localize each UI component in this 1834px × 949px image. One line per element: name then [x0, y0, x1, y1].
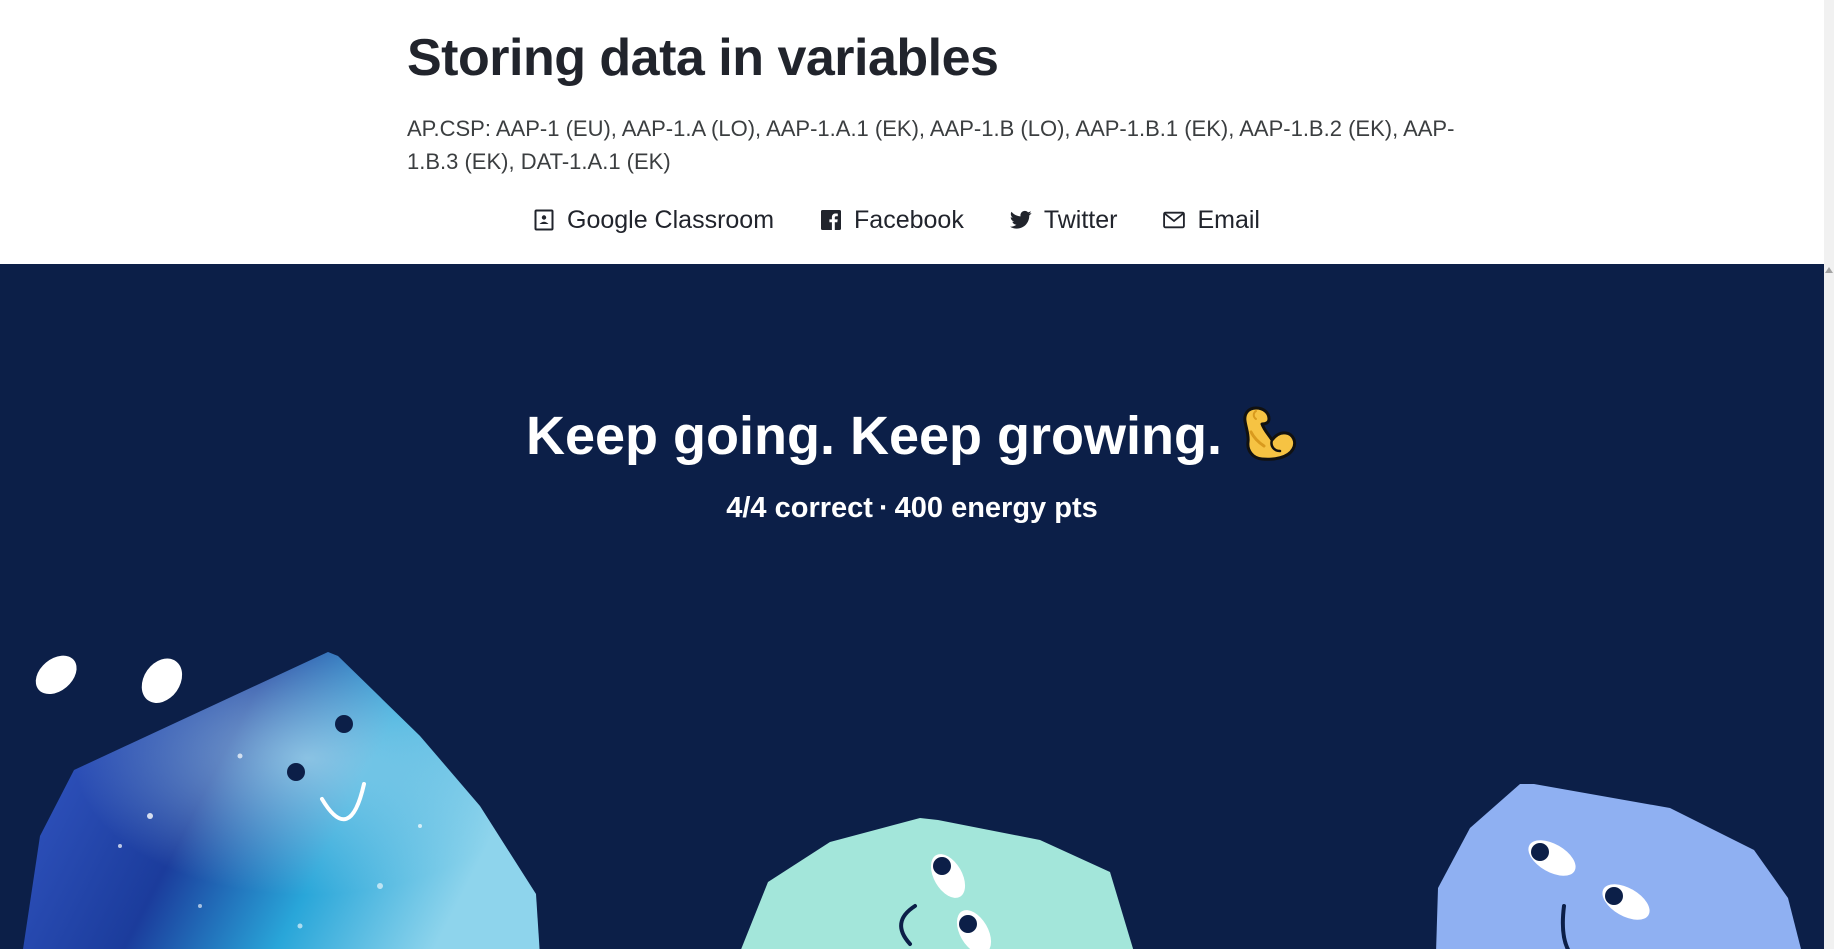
header: Storing data in variables AP.CSP: AAP-1 …	[0, 0, 1824, 264]
results-summary: 4/4 correct · 400 energy pts	[0, 492, 1824, 525]
vertical-scrollbar[interactable]	[1824, 0, 1834, 949]
energy-points: 400 energy pts	[894, 492, 1098, 524]
periwinkle-blob-character	[1436, 784, 1801, 949]
correct-count: 4/4 correct	[726, 492, 873, 524]
facebook-icon	[820, 209, 842, 231]
share-facebook-label: Facebook	[854, 205, 964, 234]
flexed-biceps-emoji-icon	[1236, 402, 1298, 477]
email-icon	[1163, 209, 1186, 231]
share-email-button[interactable]: Email	[1163, 206, 1260, 235]
share-twitter-button[interactable]: Twitter	[1009, 205, 1118, 235]
standards-text: AP.CSP: AAP-1 (EU), AAP-1.A (LO), AAP-1.…	[407, 116, 1455, 174]
results-banner: Keep going. Keep growing. 4/4 correct · 40…	[0, 264, 1824, 949]
share-google-classroom-button[interactable]: Google Classroom	[533, 206, 774, 235]
share-bar: Google Classroom Facebook Twitter Email	[533, 204, 1306, 236]
twitter-icon	[1009, 209, 1032, 231]
google-classroom-icon	[533, 209, 555, 231]
page-title: Storing data in variables	[407, 29, 999, 87]
mint-blob-character	[741, 818, 1134, 949]
share-email-label: Email	[1197, 205, 1260, 234]
page-main: Storing data in variables AP.CSP: AAP-1 …	[0, 0, 1824, 949]
stats-separator: ·	[878, 492, 889, 524]
share-facebook-button[interactable]: Facebook	[820, 206, 964, 235]
scroll-up-arrow-icon[interactable]	[1825, 267, 1833, 273]
share-twitter-label: Twitter	[1043, 205, 1118, 234]
share-google-classroom-label: Google Classroom	[567, 205, 775, 234]
results-headline: Keep going. Keep growing.	[0, 402, 1824, 477]
galaxy-blob-character	[23, 652, 540, 949]
results-headline-text: Keep going. Keep growing.	[525, 406, 1222, 466]
